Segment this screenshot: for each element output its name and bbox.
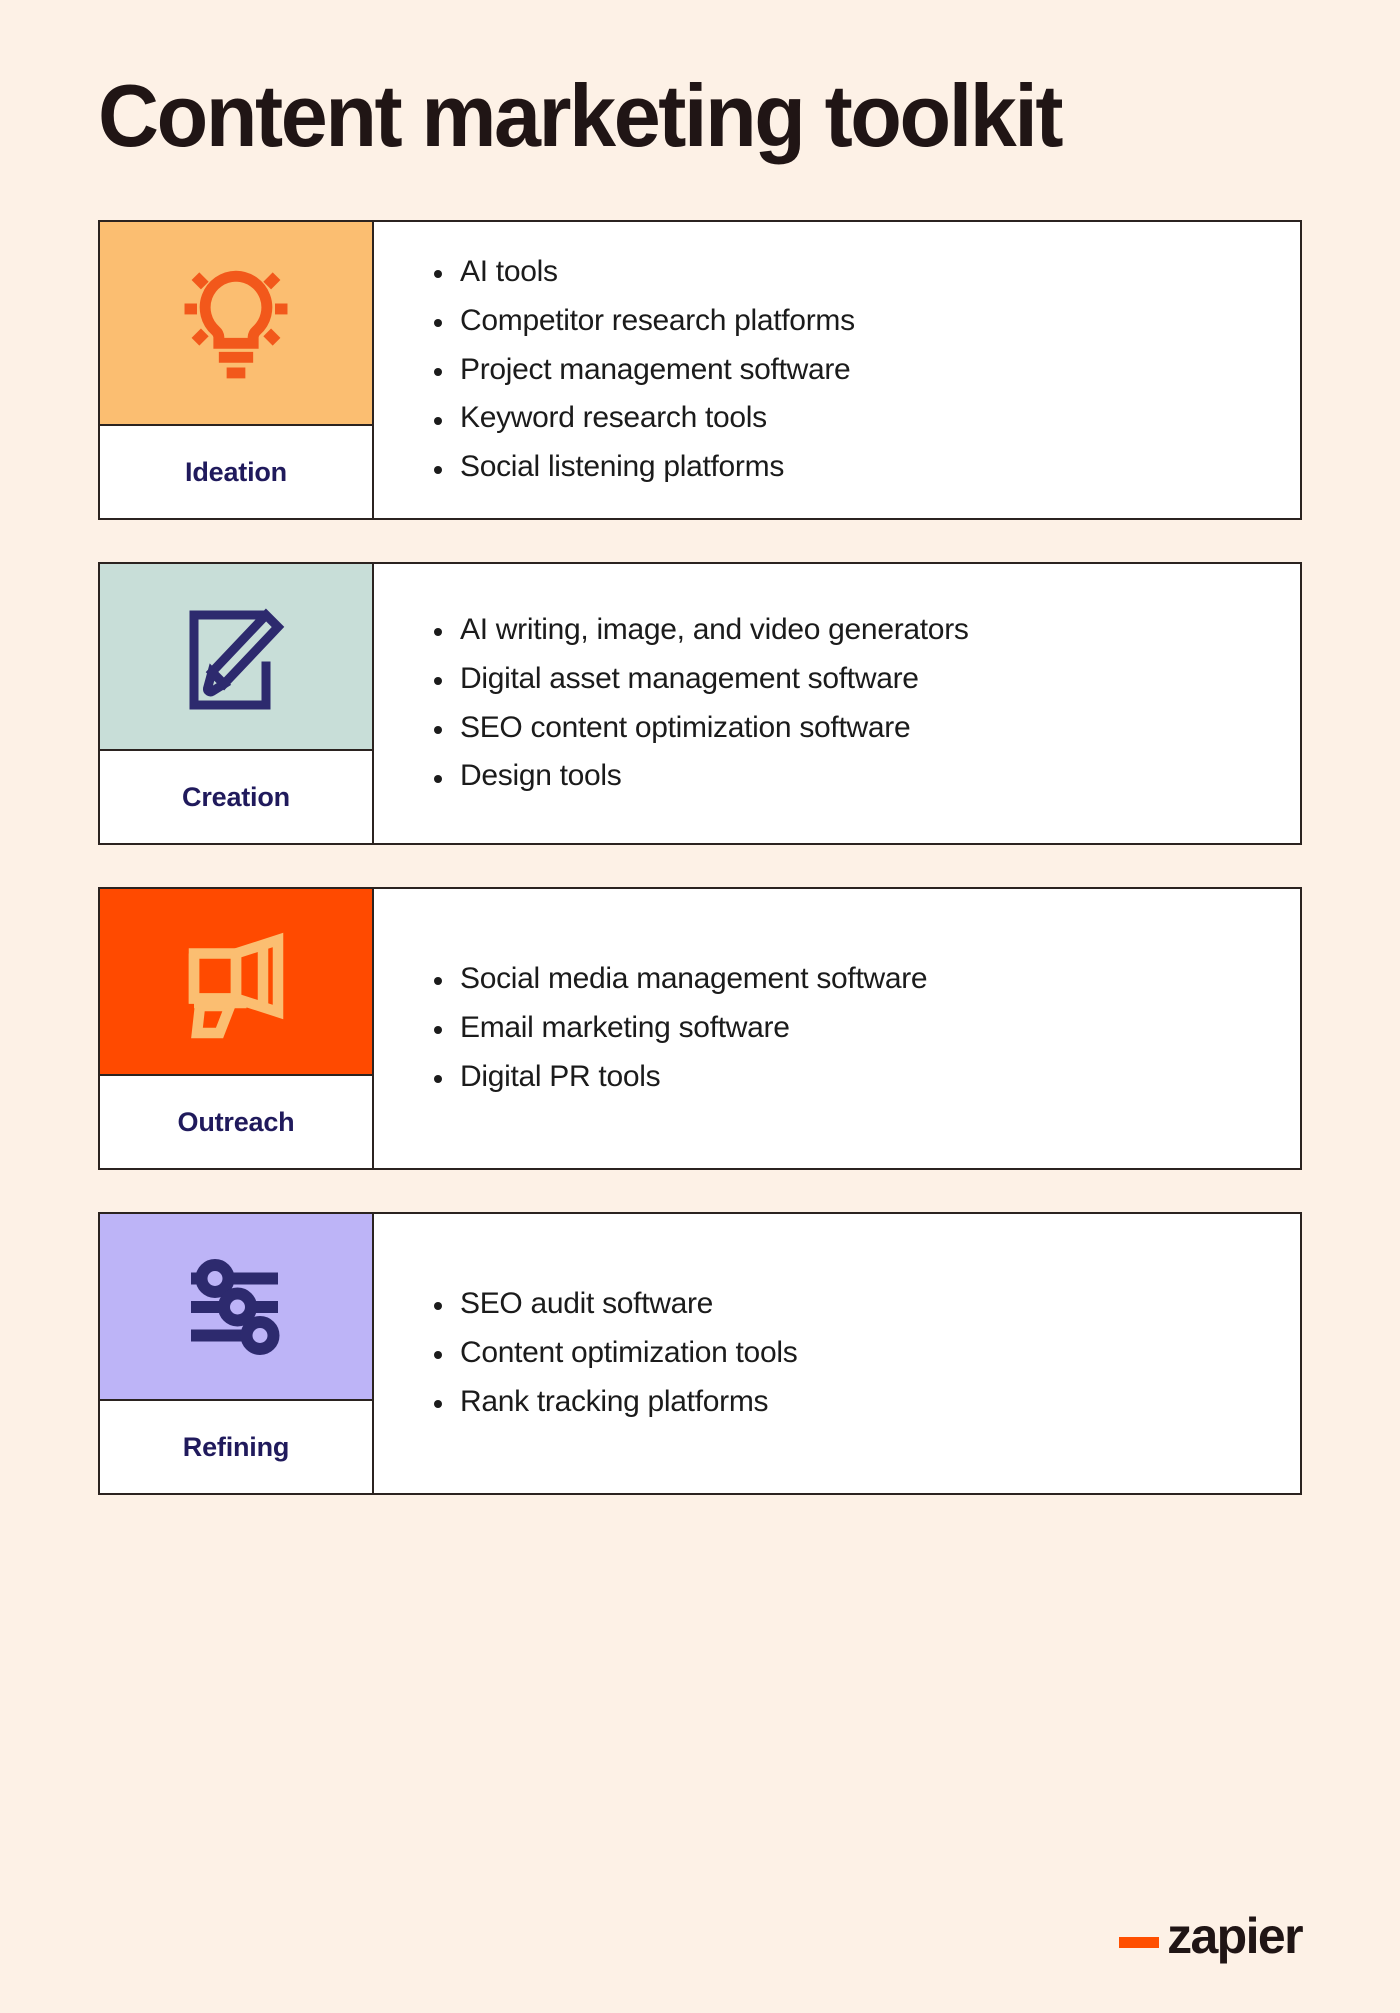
list-item: Design tools [430,752,1266,801]
icon-tile-refining [100,1214,372,1401]
bullet-list-outreach: Social media management software Email ma… [430,955,1266,1102]
list-item: Keyword research tools [430,394,1266,443]
toolkit-card-outreach: Outreach Social media management softwar… [98,887,1302,1170]
pencil-document-icon [161,582,311,732]
list-item: Email marketing software [430,1004,1266,1053]
list-item: Content optimization tools [430,1329,1266,1378]
list-item: Social media management software [430,955,1266,1004]
card-right-column-outreach: Social media management software Email ma… [374,889,1300,1168]
icon-tile-ideation [100,222,372,426]
card-caption-refining: Refining [100,1401,372,1493]
sliders-icon [161,1232,311,1382]
list-item: Digital asset management software [430,655,1266,704]
icon-tile-creation [100,564,372,751]
toolkit-card-creation: Creation AI writing, image, and video ge… [98,562,1302,845]
list-item: Social listening platforms [430,443,1266,492]
zapier-wordmark: zapier [1167,1907,1304,1964]
infographic-page: Content marketing toolkit Ideation AI to… [0,0,1400,2013]
card-left-column-refining: Refining [100,1214,374,1493]
megaphone-icon [161,907,311,1057]
bullet-list-ideation: AI tools Competitor research platforms Pro… [430,248,1266,492]
list-item: AI tools [430,248,1266,297]
bullet-list-creation: AI writing, image, and video generators D… [430,606,1266,802]
list-item: Rank tracking platforms [430,1378,1266,1427]
card-caption-ideation: Ideation [100,426,372,518]
page-title: Content marketing toolkit [98,66,1064,165]
underscore-mark-icon [1119,1937,1160,1948]
zapier-logo: zapier [1119,1907,1304,1964]
card-right-column-refining: SEO audit software Content optimization t… [374,1214,1300,1493]
card-left-column-outreach: Outreach [100,889,374,1168]
card-caption-outreach: Outreach [100,1076,372,1168]
lightbulb-icon [158,245,314,401]
list-item: AI writing, image, and video generators [430,606,1266,655]
card-right-column-creation: AI writing, image, and video generators D… [374,564,1300,843]
list-item: Project management software [430,346,1266,395]
list-item: SEO audit software [430,1280,1266,1329]
card-left-column-ideation: Ideation [100,222,374,518]
bullet-list-refining: SEO audit software Content optimization t… [430,1280,1266,1427]
icon-tile-outreach [100,889,372,1076]
list-item: Digital PR tools [430,1053,1266,1102]
toolkit-card-ideation: Ideation AI tools Competitor research pla… [98,220,1302,520]
card-caption-creation: Creation [100,751,372,843]
toolkit-card-refining: Refining SEO audit software Content optim… [98,1212,1302,1495]
toolkit-card-list: Ideation AI tools Competitor research pla… [98,220,1302,1495]
list-item: Competitor research platforms [430,297,1266,346]
card-left-column-creation: Creation [100,564,374,843]
list-item: SEO content optimization software [430,704,1266,753]
card-right-column-ideation: AI tools Competitor research platforms Pro… [374,222,1300,518]
